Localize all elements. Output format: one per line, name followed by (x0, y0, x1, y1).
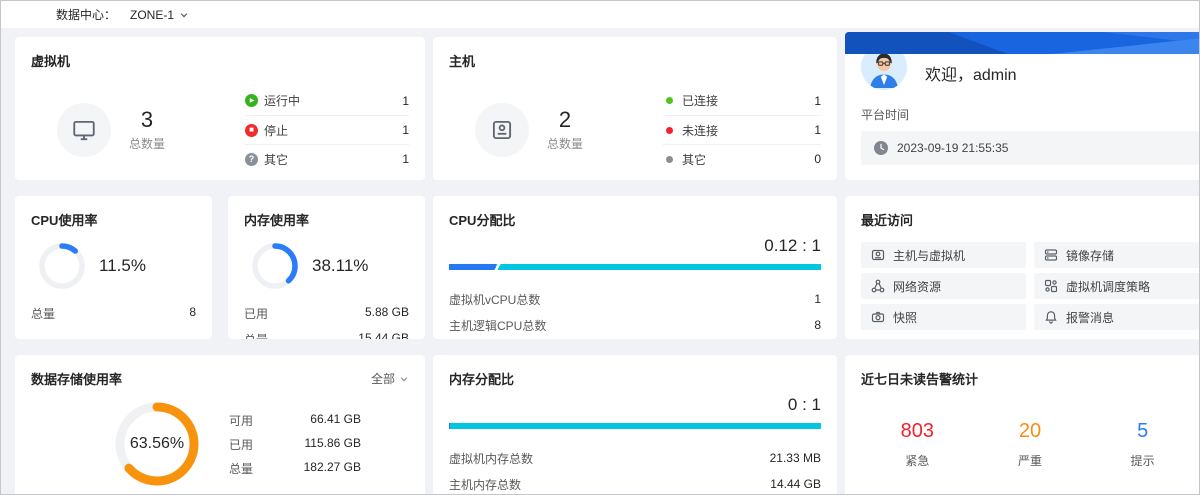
snapshot-icon (871, 310, 885, 324)
alarm-stat-severe: 20 严重 (974, 420, 1087, 469)
memory-usage-donut (252, 243, 298, 289)
zone-selector[interactable]: ZONE-1 (130, 8, 189, 22)
vm-icon-circle (57, 103, 111, 157)
vm-status-list: ▶ 运行中 1 ■ 停止 1 ? 其它 1 (245, 86, 409, 173)
alarm-stat-hint: 5 提示 (1086, 420, 1199, 469)
alarm-stats-title: 近七日未读告警统计 (861, 369, 1199, 388)
storage-usage-card: 数据存储使用率 全部 63.56% 可用 66.41 (15, 355, 425, 495)
cpu-usage-title: CPU使用率 (31, 210, 196, 229)
server-icon (489, 117, 515, 143)
vcpu-total-row: 虚拟机vCPU总数 1 (449, 286, 821, 312)
memory-usage-percent: 38.11% (312, 256, 368, 276)
host-icon-circle (475, 103, 529, 157)
disconnected-dot-icon (666, 127, 673, 134)
host-summary-card: 主机 2 总数量 已连接 (433, 37, 837, 180)
quick-link-network[interactable]: 网络资源 (861, 273, 1026, 299)
storage-donut: 63.56% (115, 402, 199, 486)
platform-time-label: 平台时间 (861, 106, 1199, 123)
network-icon (871, 279, 885, 293)
recent-visits-title: 最近访问 (861, 210, 1199, 229)
storage-used-row: 已用 115.86 GB (229, 436, 361, 453)
vm-total-count: 3 (129, 107, 165, 133)
platform-time-value: 2023-09-19 21:55:35 (897, 141, 1008, 155)
datacenter-label: 数据中心： (56, 6, 116, 23)
alarm-icon (1044, 310, 1058, 324)
quick-link-image-storage[interactable]: 镜像存储 (1034, 242, 1199, 268)
vm-status-row: ▶ 运行中 1 (245, 86, 409, 115)
chevron-down-icon (399, 374, 409, 384)
cpu-total-row: 总量 8 (31, 305, 196, 322)
storage-filter-dropdown[interactable]: 全部 (371, 370, 409, 387)
host-memory-total-row: 主机内存总数 14.44 GB (449, 471, 821, 495)
welcome-card: 欢迎，admin 平台时间 2023-09-19 21:55:35 (845, 32, 1200, 180)
chevron-down-icon (179, 10, 189, 20)
other-status-icon: ? (245, 153, 258, 166)
vm-status-row: ■ 停止 1 (245, 115, 409, 144)
dashboard-grid: 虚拟机 3 总数量 ▶ 运行中 (1, 28, 1199, 495)
host-status-row: 其它 0 (663, 144, 821, 173)
host-status-list: 已连接 1 未连接 1 其它 0 (663, 86, 821, 173)
usage-cards-wrap: CPU使用率 11.5% 总量 8 内存使用率 (15, 196, 425, 339)
memory-allocation-bar (449, 423, 821, 429)
host-card-title: 主机 (449, 51, 821, 70)
welcome-greeting: 欢迎，admin (925, 61, 1017, 85)
vm-total-label: 总数量 (129, 135, 165, 152)
memory-allocation-ratio: 0 : 1 (449, 395, 821, 415)
dashboard-screen: 数据中心： ZONE-1 虚拟机 3 总数量 (0, 0, 1200, 495)
vm-memory-total-row: 虚拟机内存总数 21.33 MB (449, 445, 821, 471)
host-total-label: 总数量 (547, 135, 583, 152)
vm-card-title: 虚拟机 (31, 51, 409, 70)
cpu-allocation-bar (449, 264, 821, 270)
alarm-stat-critical: 803 紧急 (861, 420, 974, 469)
running-status-icon: ▶ (245, 94, 258, 107)
quick-link-schedule-policy[interactable]: 虚拟机调度策略 (1034, 273, 1199, 299)
image-storage-icon (1044, 248, 1058, 262)
schedule-policy-icon (1044, 279, 1058, 293)
storage-usage-title: 数据存储使用率 (31, 369, 122, 388)
cpu-allocation-title: CPU分配比 (449, 210, 821, 229)
topbar: 数据中心： ZONE-1 (1, 1, 1199, 28)
platform-time-box: 2023-09-19 21:55:35 (861, 131, 1199, 165)
quick-link-alarm[interactable]: 报警消息 (1034, 304, 1199, 330)
welcome-banner (845, 32, 1200, 54)
memory-used-row: 已用 5.88 GB (244, 305, 409, 322)
host-cpu-total-row: 主机逻辑CPU总数 8 (449, 312, 821, 338)
clock-icon (874, 141, 888, 155)
alarm-stats-card: 近七日未读告警统计 803 紧急 20 严重 5 提示 (845, 355, 1200, 495)
storage-available-row: 可用 66.41 GB (229, 412, 361, 429)
stopped-status-icon: ■ (245, 124, 258, 137)
memory-allocation-card: 内存分配比 0 : 1 虚拟机内存总数 21.33 MB 主机内存总数 14.4… (433, 355, 837, 495)
memory-usage-title: 内存使用率 (244, 210, 409, 229)
vm-summary-card: 虚拟机 3 总数量 ▶ 运行中 (15, 37, 425, 180)
cpu-allocation-percent-row: CPU分配比例 12.5 % (449, 338, 821, 339)
host-vm-icon (871, 248, 885, 262)
storage-total-row: 总量 182.27 GB (229, 460, 361, 477)
recent-visits-card: 最近访问 主机与虚拟机 镜像存储 (845, 196, 1200, 339)
host-status-row: 未连接 1 (663, 115, 821, 144)
cpu-allocation-card: CPU分配比 0.12 : 1 虚拟机vCPU总数 1 主机逻辑CPU总数 8 … (433, 196, 837, 339)
vm-status-row: ? 其它 1 (245, 144, 409, 173)
memory-total-row: 总量 15.44 GB (244, 331, 409, 339)
storage-usage-percent: 63.56% (115, 402, 199, 486)
other-dot-icon (666, 156, 673, 163)
cpu-usage-donut (39, 243, 85, 289)
monitor-icon (71, 117, 97, 143)
connected-dot-icon (666, 97, 673, 104)
quick-link-host-vm[interactable]: 主机与虚拟机 (861, 242, 1026, 268)
host-total-count: 2 (547, 107, 583, 133)
cpu-usage-card: CPU使用率 11.5% 总量 8 (15, 196, 212, 339)
host-status-row: 已连接 1 (663, 86, 821, 115)
zone-selector-value: ZONE-1 (130, 8, 174, 22)
quick-link-snapshot[interactable]: 快照 (861, 304, 1026, 330)
memory-allocation-title: 内存分配比 (449, 369, 821, 388)
memory-usage-card: 内存使用率 38.11% 已用 5.88 GB 总量 15.44 G (228, 196, 425, 339)
cpu-allocation-ratio: 0.12 : 1 (449, 236, 821, 256)
cpu-usage-percent: 11.5% (99, 256, 146, 276)
